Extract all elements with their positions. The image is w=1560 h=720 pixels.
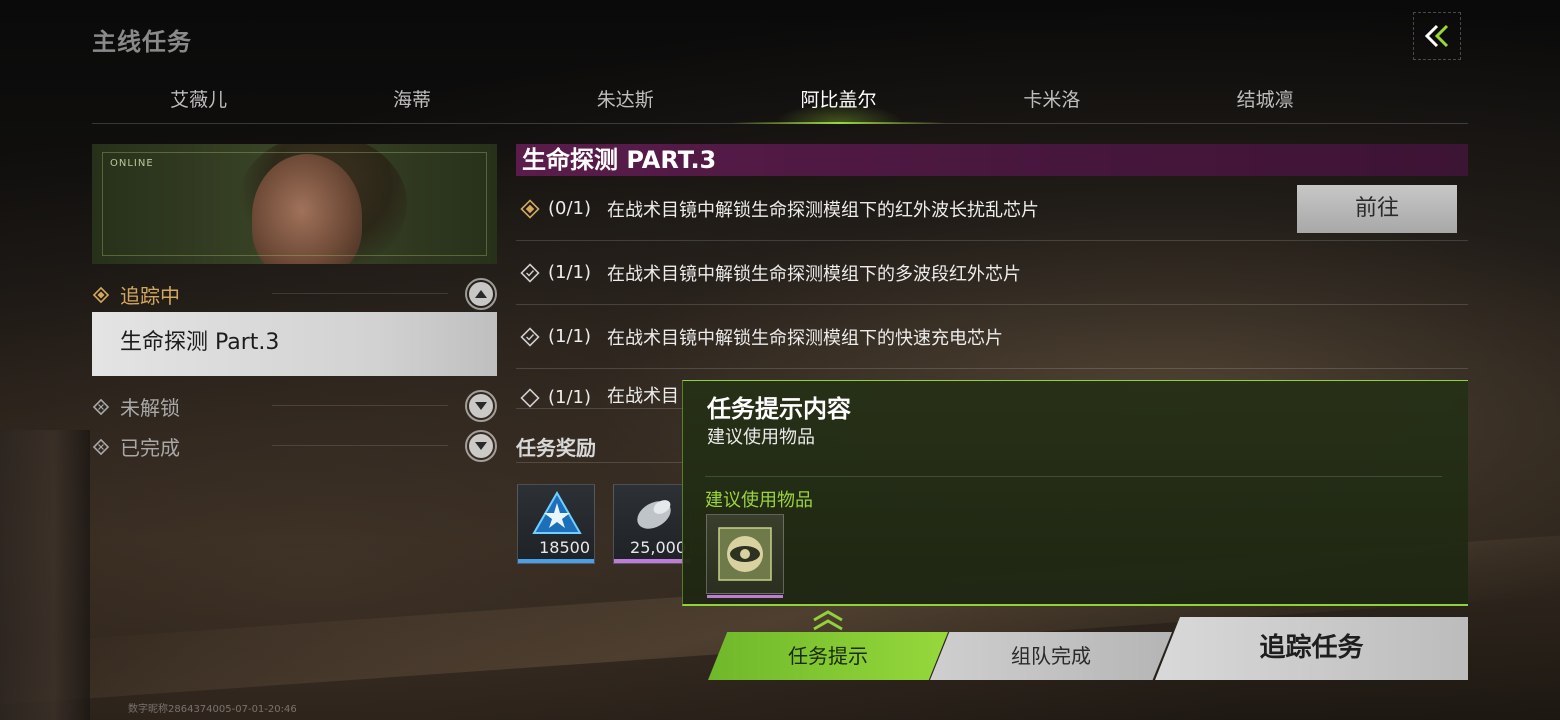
expand-locked-button[interactable] [465, 390, 497, 422]
expand-completed-button[interactable] [465, 430, 497, 462]
diamond-done-icon [520, 388, 540, 408]
group-locked[interactable]: 未解锁 [92, 392, 180, 421]
objective-row: (1/1) 在战术目镜中解锁生命探测模组下的多波段红外芯片 [516, 241, 1468, 305]
exp-badge-icon [532, 490, 582, 534]
hint-section-label: 建议使用物品 [705, 490, 813, 511]
group-tracking[interactable]: 追踪中 [92, 280, 180, 309]
objective-text: 在战术目镜中解锁生命探测模组下的快速充电芯片 [607, 327, 1004, 349]
reward-amount: 18500 [539, 538, 590, 557]
tab-yuki-rin[interactable]: 结城凛 [1158, 78, 1371, 123]
page-title: 主线任务 [92, 28, 192, 56]
character-portrait: ONLINE [92, 144, 497, 264]
objective-text: 在战术目 [607, 386, 680, 407]
tab-heidi[interactable]: 海蒂 [305, 78, 518, 123]
online-status: ONLINE [110, 158, 154, 169]
divider [516, 462, 686, 463]
objective-row: (1/1) 在战术目镜中解锁生命探测模组下的快速充电芯片 [516, 305, 1468, 369]
objective-text: 在战术目镜中解锁生命探测模组下的多波段红外芯片 [607, 263, 1022, 285]
diamond-icon [92, 398, 110, 415]
group-locked-label: 未解锁 [120, 396, 180, 420]
rarity-bar [707, 595, 783, 598]
background-pillar [0, 430, 90, 720]
chevron-down-icon [475, 402, 487, 410]
watermark: 数字昵称2864374005-07-01-20:46 [128, 704, 297, 715]
reward-item[interactable]: 25,000 [613, 484, 691, 564]
rarity-bar [614, 559, 690, 563]
divider [272, 405, 448, 406]
diamond-done-icon [520, 262, 540, 283]
character-tabs: 艾薇儿 海蒂 朱达斯 阿比盖尔 卡米洛 结城凛 [92, 78, 1468, 124]
diamond-icon [92, 286, 110, 303]
divider [272, 445, 448, 446]
track-quest-button[interactable]: 追踪任务 [1155, 617, 1468, 680]
objective-progress: (1/1) [548, 262, 592, 283]
hint-panel: 任务提示内容 建议使用物品 建议使用物品 [682, 380, 1468, 606]
objective-progress: (0/1) [548, 198, 592, 219]
chevron-down-icon [475, 442, 487, 450]
objective-text: 在战术目镜中解锁生命探测模组下的红外波长扰乱芯片 [607, 199, 1040, 221]
reward-amount: 25,000 [630, 538, 686, 557]
objective-progress: (1/1) [548, 387, 592, 408]
chevron-up-icon [475, 290, 487, 298]
quest-list-item-selected[interactable]: 生命探测 Part.3 [92, 312, 497, 376]
objective-progress: (1/1) [548, 326, 592, 347]
tab-avril[interactable]: 艾薇儿 [92, 78, 305, 123]
collapse-tracking-button[interactable] [465, 278, 497, 310]
goto-button[interactable]: 前往 [1297, 185, 1457, 233]
tab-judas[interactable]: 朱达斯 [519, 78, 732, 123]
eye-chip-icon [718, 527, 772, 581]
diamond-active-icon [520, 198, 540, 219]
suggested-item[interactable] [706, 514, 784, 598]
portrait-frame [102, 152, 487, 256]
group-completed-label: 已完成 [120, 436, 180, 460]
rewards-title: 任务奖励 [516, 436, 596, 460]
quest-hint-button[interactable]: 任务提示 [708, 632, 948, 680]
divider [272, 293, 448, 294]
group-completed[interactable]: 已完成 [92, 432, 180, 461]
team-complete-button[interactable]: 组队完成 [930, 632, 1172, 680]
double-chevron-left-icon [1424, 24, 1449, 48]
divider [705, 476, 1442, 477]
diamond-done-icon [520, 326, 540, 347]
rarity-bar [518, 559, 594, 563]
collapse-button[interactable] [1413, 12, 1461, 60]
coin-roll-icon [637, 500, 671, 529]
tab-camilo[interactable]: 卡米洛 [945, 78, 1158, 123]
chevron-up-double-icon[interactable] [810, 610, 846, 632]
quest-title: 生命探测 PART.3 [516, 144, 1468, 176]
group-tracking-label: 追踪中 [120, 284, 180, 308]
reward-item[interactable]: 18500 [517, 484, 595, 564]
hint-title: 任务提示内容 [707, 395, 851, 423]
tab-abigail[interactable]: 阿比盖尔 [731, 78, 946, 124]
hint-subtitle: 建议使用物品 [707, 427, 815, 448]
diamond-icon [92, 438, 110, 455]
